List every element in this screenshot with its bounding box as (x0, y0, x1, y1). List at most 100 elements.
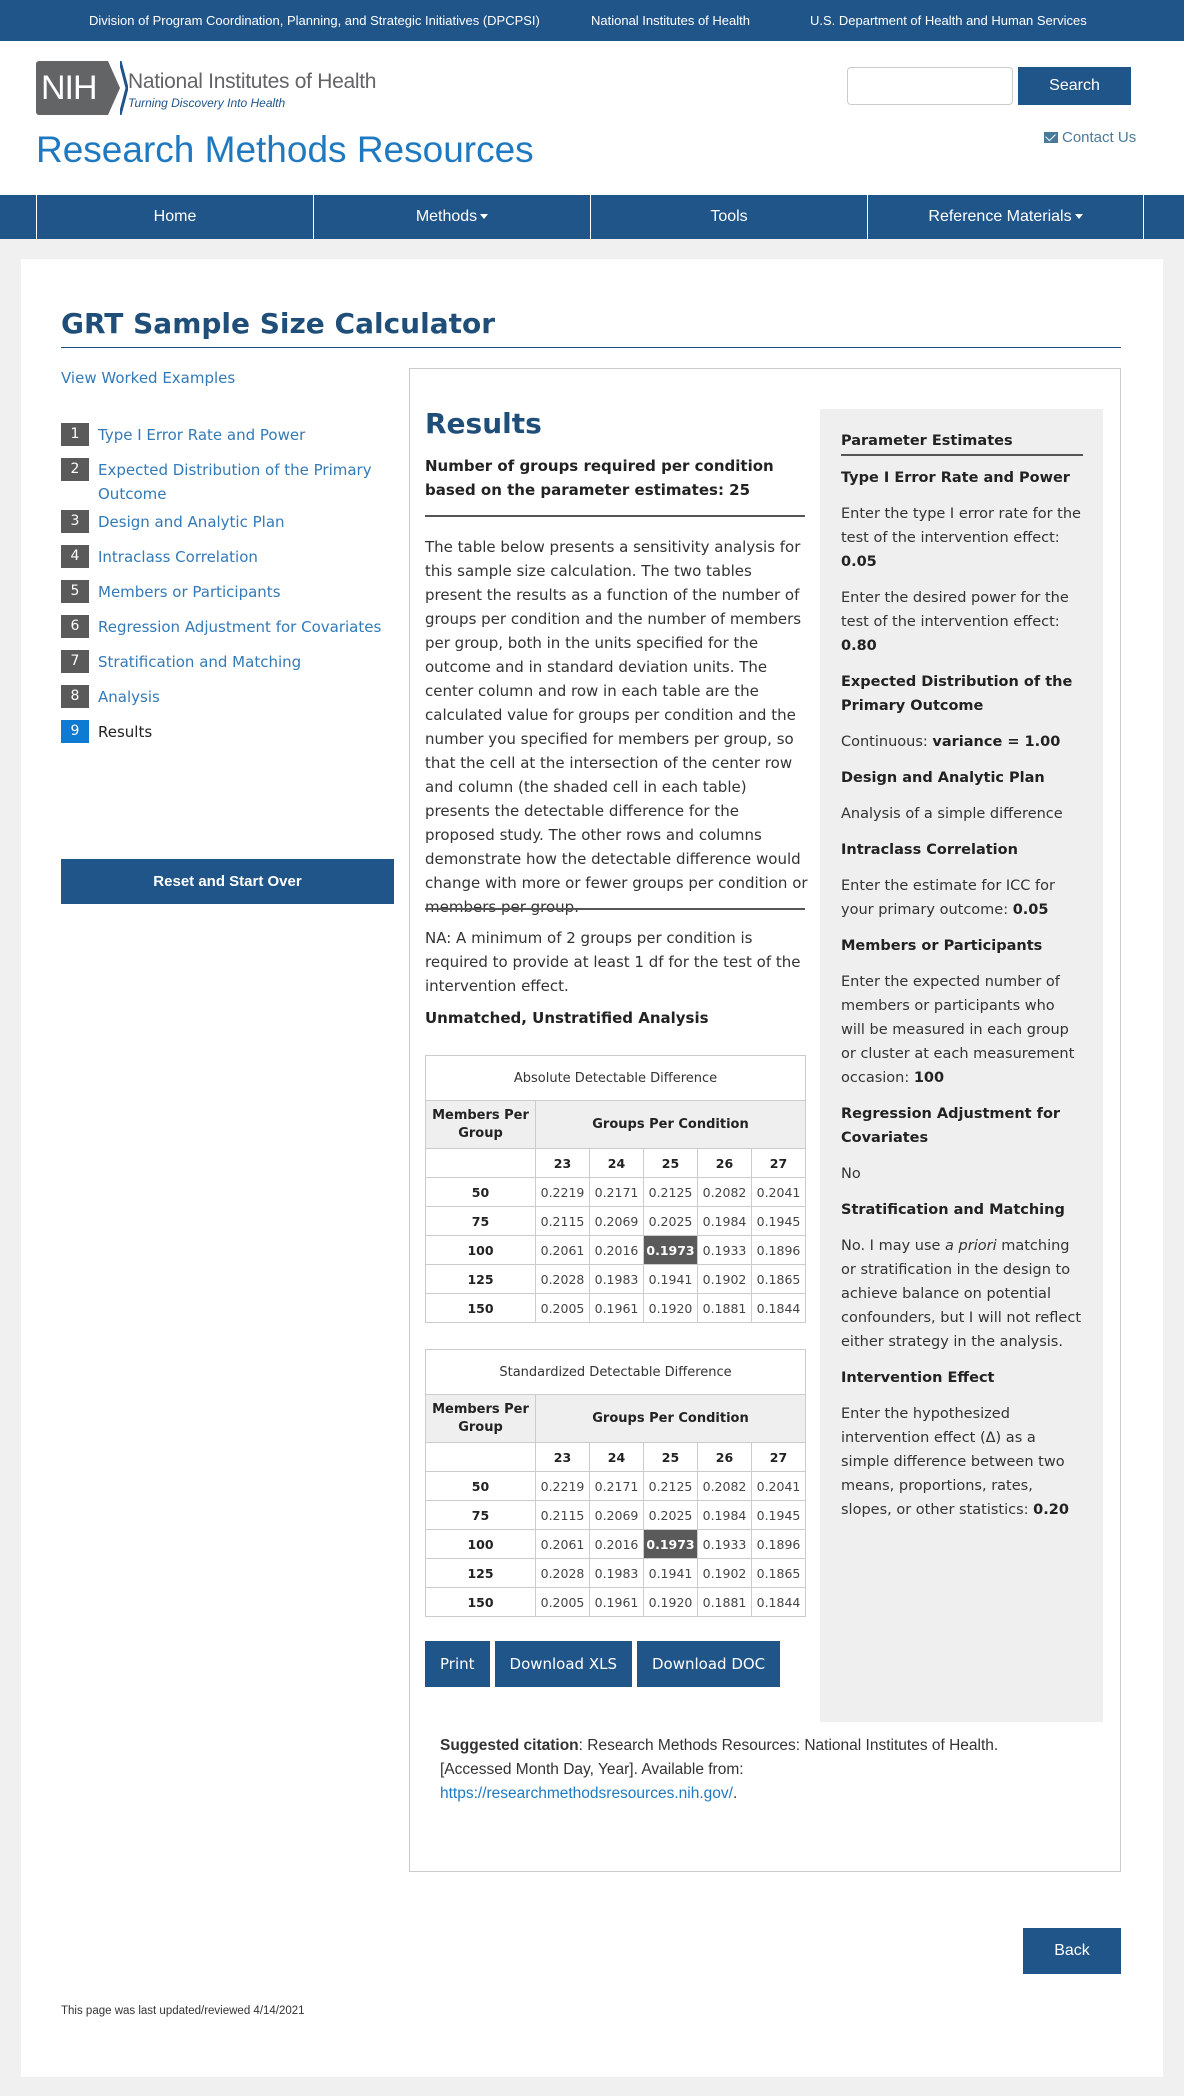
step-item-9: 9 Results (61, 720, 401, 744)
table-row: 125 0.2028 0.1983 0.1941 0.1902 0.1865 (425, 1558, 806, 1588)
step-item-1[interactable]: 1 Type I Error Rate and Power (61, 423, 401, 447)
title-divider (61, 347, 1121, 348)
column-header: 23 (535, 1442, 590, 1472)
step-item-6[interactable]: 6 Regression Adjustment for Covariates (61, 615, 401, 639)
param-text: Enter the hypothesized intervention effe… (841, 1406, 1065, 1518)
table-cell: 0.1844 (751, 1293, 806, 1323)
param-value: 0.05 (1012, 902, 1049, 918)
row-label: 125 (425, 1558, 536, 1588)
step-label: Regression Adjustment for Covariates (98, 618, 382, 636)
topbar-link-hhs[interactable]: U.S. Department of Health and Human Serv… (810, 13, 1087, 28)
table-row: 100 0.2061 0.2016 0.1973 0.1933 0.1896 (425, 1529, 806, 1559)
table-caption: Absolute Detectable Difference (425, 1055, 806, 1101)
parameter-section-title: Stratification and Matching (841, 1202, 1065, 1218)
param-value: 0.20 (1033, 1502, 1069, 1518)
step-number: 8 (61, 685, 89, 708)
step-number: 5 (61, 580, 89, 603)
table-cell: 0.1881 (697, 1293, 752, 1323)
step-number: 4 (61, 545, 89, 568)
column-header: 27 (751, 1442, 806, 1472)
topbar-link-nih[interactable]: National Institutes of Health (591, 13, 750, 28)
column-header: 26 (697, 1442, 752, 1472)
step-item-3[interactable]: 3 Design and Analytic Plan (61, 510, 401, 534)
citation-link[interactable]: https://researchmethodsresources.nih.gov… (440, 1785, 733, 1802)
table-cell: 0.2025 (643, 1206, 698, 1236)
search-button[interactable]: Search (1018, 67, 1131, 105)
nav-home[interactable]: Home (36, 195, 313, 239)
step-label: Analysis (98, 688, 160, 706)
table-cell: 0.1865 (751, 1558, 806, 1588)
step-item-8[interactable]: 8 Analysis (61, 685, 401, 709)
nih-logo[interactable]: NIH National Institutes of Health Turnin… (36, 61, 396, 117)
table-cell: 0.2005 (535, 1587, 590, 1617)
step-number: 1 (61, 423, 89, 446)
analysis-type-label: Unmatched, Unstratified Analysis (425, 1009, 709, 1027)
column-header-row: 23 24 25 26 27 (425, 1148, 806, 1178)
page-title: GRT Sample Size Calculator (61, 307, 496, 340)
parameter-estimates-heading: Parameter Estimates (841, 429, 1083, 456)
table-cell: 0.1961 (589, 1587, 644, 1617)
table-row: 125 0.2028 0.1983 0.1941 0.1902 0.1865 (425, 1264, 806, 1294)
table-cell: 0.2028 (535, 1558, 590, 1588)
table-row: 75 0.2115 0.2069 0.2025 0.1984 0.1945 (425, 1206, 806, 1236)
results-summary: Number of groups required per condition … (425, 457, 774, 499)
step-label: Stratification and Matching (98, 653, 302, 671)
nav-tools[interactable]: Tools (590, 195, 867, 239)
topbar-link-dpcpsi[interactable]: Division of Program Coordination, Planni… (89, 13, 540, 28)
param-text: Enter the type I error rate for the test… (841, 506, 1081, 546)
empty-cell (425, 1148, 536, 1178)
step-number: 9 (61, 720, 89, 743)
table-cell: 0.1961 (589, 1293, 644, 1323)
table-cell: 0.2069 (589, 1500, 644, 1530)
table-cell: 0.1896 (751, 1529, 806, 1559)
table-cell: 0.1902 (697, 1558, 752, 1588)
step-number: 7 (61, 650, 89, 673)
back-button[interactable]: Back (1023, 1928, 1121, 1974)
step-item-5[interactable]: 5 Members or Participants (61, 580, 401, 604)
table-cell: 0.2016 (589, 1529, 644, 1559)
step-item-7[interactable]: 7 Stratification and Matching (61, 650, 401, 674)
table-cell: 0.2171 (589, 1177, 644, 1207)
results-panel: Results Number of groups required per co… (409, 368, 1121, 1872)
parameter-value: Enter the expected number of members or … (841, 970, 1083, 1090)
nav-methods[interactable]: Methods (313, 195, 590, 239)
table-cell: 0.1933 (697, 1529, 752, 1559)
column-header: 25 (643, 1148, 698, 1178)
download-doc-button[interactable]: Download DOC (637, 1641, 781, 1687)
contact-us-link[interactable]: Contact Us (1044, 129, 1136, 146)
nav-reference-materials[interactable]: Reference Materials (867, 195, 1144, 239)
table-cell: 0.2115 (535, 1206, 590, 1236)
step-label: Expected Distribution of the Primary Out… (98, 461, 372, 503)
table-cell: 0.2041 (751, 1471, 806, 1501)
reset-and-start-over-button[interactable]: Reset and Start Over (61, 859, 394, 904)
parameter-value: Enter the desired power for the test of … (841, 586, 1083, 658)
contact-us-label: Contact Us (1062, 129, 1137, 146)
suggested-citation: Suggested citation: Research Methods Res… (440, 1734, 1000, 1806)
row-label: 50 (425, 1177, 536, 1207)
parameter-section-title: Type I Error Rate and Power (841, 470, 1070, 486)
table-cell: 0.2115 (535, 1500, 590, 1530)
row-label: 150 (425, 1293, 536, 1323)
step-item-4[interactable]: 4 Intraclass Correlation (61, 545, 401, 569)
table-row: 75 0.2115 0.2069 0.2025 0.1984 0.1945 (425, 1500, 806, 1530)
na-note: NA: A minimum of 2 groups per condition … (425, 929, 801, 995)
parameter-section-title: Intervention Effect (841, 1370, 995, 1386)
search-input[interactable] (847, 67, 1013, 105)
site-title[interactable]: Research Methods Resources (36, 129, 534, 171)
print-button[interactable]: Print (425, 1641, 490, 1687)
step-item-2[interactable]: 2 Expected Distribution of the Primary O… (61, 458, 401, 506)
logo-chevron-icon (108, 61, 120, 115)
download-xls-button[interactable]: Download XLS (494, 1641, 632, 1687)
column-group-header: Groups Per Condition (535, 1394, 806, 1443)
step-number: 3 (61, 510, 89, 533)
row-label: 100 (425, 1235, 536, 1265)
table-cell: 0.1983 (589, 1264, 644, 1294)
table-cell: 0.1945 (751, 1206, 806, 1236)
view-worked-examples-link[interactable]: View Worked Examples (61, 369, 235, 387)
column-header: 24 (589, 1148, 644, 1178)
param-text: Analysis of a simple difference (841, 806, 1063, 822)
results-description: The table below presents a sensitivity a… (425, 538, 808, 916)
table-row: 150 0.2005 0.1961 0.1920 0.1881 0.1844 (425, 1293, 806, 1323)
highlighted-cell: 0.1973 (643, 1235, 698, 1265)
parameter-section-title: Regression Adjustment for Covariates (841, 1106, 1061, 1146)
